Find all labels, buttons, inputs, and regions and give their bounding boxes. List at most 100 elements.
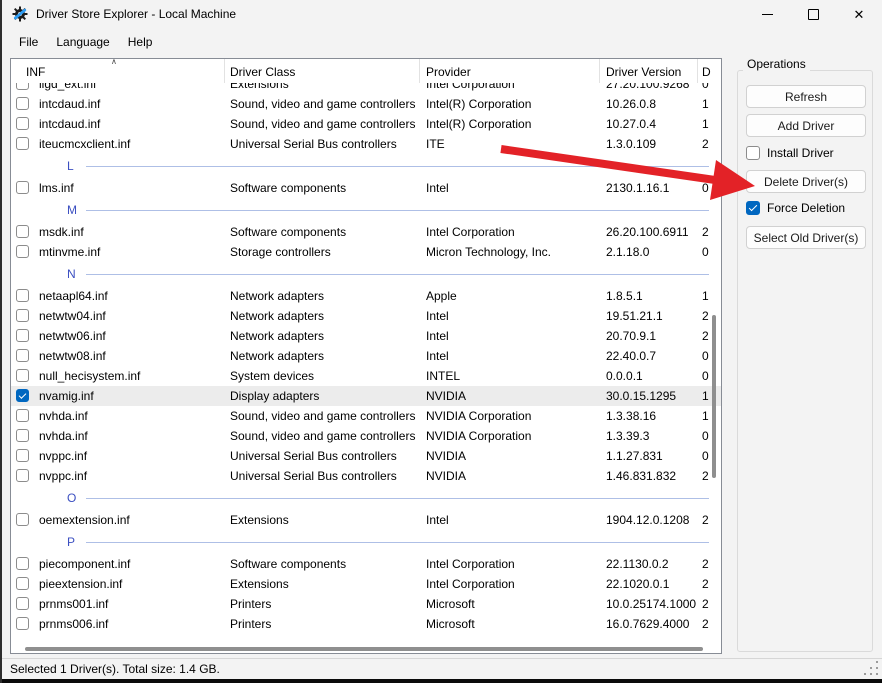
column-header-driver-version[interactable]: Driver Version	[606, 59, 681, 83]
section-rule	[86, 166, 709, 167]
section-letter: O	[67, 486, 76, 510]
cell-provider: Intel	[426, 326, 449, 346]
row-checkbox[interactable]	[16, 245, 29, 258]
cell-provider: Intel(R) Corporation	[426, 114, 531, 134]
table-row[interactable]: nvamig.infDisplay adaptersNVIDIA30.0.15.…	[11, 386, 721, 406]
table-row-content: nvhda.infSound, video and game controlle…	[11, 406, 721, 426]
table-row[interactable]: netwtw06.infNetwork adaptersIntel20.70.9…	[11, 326, 721, 346]
cell-inf: null_hecisystem.inf	[39, 366, 140, 386]
table-row[interactable]: nvppc.infUniversal Serial Bus controller…	[11, 446, 721, 466]
column-header-provider[interactable]: Provider	[426, 59, 471, 83]
row-checkbox[interactable]	[16, 557, 29, 570]
row-checkbox[interactable]	[16, 137, 29, 150]
cell-inf: nvamig.inf	[39, 386, 94, 406]
table-row[interactable]: intcdaud.infSound, video and game contro…	[11, 114, 721, 134]
table-row[interactable]: iteucmcxclient.infUniversal Serial Bus c…	[11, 134, 721, 154]
cell-driver-version: 1.46.831.832	[606, 466, 676, 486]
row-checkbox[interactable]	[16, 617, 29, 630]
row-checkbox[interactable]	[16, 513, 29, 526]
cell-inf: nvhda.inf	[39, 426, 88, 446]
cell-inf: prnms001.inf	[39, 594, 108, 614]
table-row[interactable]: pieextension.infExtensionsIntel Corporat…	[11, 574, 721, 594]
row-checkbox[interactable]	[16, 577, 29, 590]
cell-d: 0	[702, 446, 709, 466]
table-row[interactable]: netwtw04.infNetwork adaptersIntel19.51.2…	[11, 306, 721, 326]
row-checkbox[interactable]	[16, 117, 29, 130]
row-checkbox[interactable]	[16, 409, 29, 422]
row-checkbox[interactable]	[16, 597, 29, 610]
cell-inf: pieextension.inf	[39, 574, 122, 594]
cell-driver-version: 22.1020.0.1	[606, 574, 669, 594]
table-row-content: pieextension.infExtensionsIntel Corporat…	[11, 574, 721, 594]
table-row[interactable]: oemextension.infExtensionsIntel1904.12.0…	[11, 510, 721, 530]
force-deletion-label[interactable]: Force Deletion	[767, 201, 845, 215]
cell-provider: NVIDIA	[426, 446, 466, 466]
table-row[interactable]: netaapl64.infNetwork adaptersApple1.8.5.…	[11, 286, 721, 306]
maximize-button[interactable]	[790, 0, 836, 28]
row-checkbox[interactable]	[16, 181, 29, 194]
row-checkbox[interactable]	[16, 289, 29, 302]
install-driver-checkbox[interactable]	[746, 146, 760, 160]
vertical-scrollbar[interactable]	[712, 315, 716, 478]
resize-grip-icon[interactable]	[864, 661, 878, 675]
cell-d: 2	[702, 614, 709, 634]
cell-d: 2	[702, 326, 709, 346]
cell-driver-class: Universal Serial Bus controllers	[230, 446, 397, 466]
status-bar: Selected 1 Driver(s). Total size: 1.4 GB…	[2, 658, 882, 680]
refresh-button[interactable]: Refresh	[746, 85, 866, 108]
table-row[interactable]: mtinvme.infStorage controllersMicron Tec…	[11, 242, 721, 262]
table-row[interactable]: prnms001.infPrintersMicrosoft10.0.25174.…	[11, 594, 721, 614]
table-row[interactable]: lms.infSoftware componentsIntel2130.1.16…	[11, 178, 721, 198]
table-row[interactable]: nvppc.infUniversal Serial Bus controller…	[11, 466, 721, 486]
table-row[interactable]: iigd_ext.infExtensionsIntel Corporation2…	[11, 83, 721, 94]
cell-driver-class: Extensions	[230, 574, 289, 594]
column-header-driver-class[interactable]: Driver Class	[230, 59, 295, 83]
select-old-drivers-button[interactable]: Select Old Driver(s)	[746, 226, 866, 249]
table-row[interactable]: nvhda.infSound, video and game controlle…	[11, 426, 721, 446]
delete-drivers-button[interactable]: Delete Driver(s)	[746, 170, 866, 193]
menu-language[interactable]: Language	[47, 32, 118, 52]
table-row-content: nvhda.infSound, video and game controlle…	[11, 426, 721, 446]
table-row[interactable]: intcdaud.infSound, video and game contro…	[11, 94, 721, 114]
cell-inf: oemextension.inf	[39, 510, 130, 530]
minimize-button[interactable]	[744, 0, 790, 28]
column-header-d[interactable]: D	[702, 59, 711, 83]
table-row[interactable]: piecomponent.infSoftware componentsIntel…	[11, 554, 721, 574]
row-checkbox[interactable]	[16, 83, 29, 90]
menu-file[interactable]: File	[10, 32, 47, 52]
cell-provider: NVIDIA Corporation	[426, 406, 531, 426]
row-checkbox[interactable]	[16, 329, 29, 342]
horizontal-scrollbar[interactable]	[25, 647, 703, 651]
cell-driver-class: Storage controllers	[230, 242, 331, 262]
row-checkbox[interactable]	[16, 349, 29, 362]
driver-list-rows: iigd_ext.infExtensionsIntel Corporation2…	[11, 83, 721, 634]
cell-driver-version: 22.1130.0.2	[606, 554, 669, 574]
cell-driver-version: 10.0.25174.1000	[606, 594, 696, 614]
row-checkbox[interactable]	[16, 225, 29, 238]
row-checkbox[interactable]	[16, 97, 29, 110]
close-button[interactable]: ✕	[836, 0, 882, 28]
cell-driver-version: 1.3.39.3	[606, 426, 649, 446]
table-row-content: netaapl64.infNetwork adaptersApple1.8.5.…	[11, 286, 721, 306]
minimize-icon	[762, 14, 773, 15]
row-checkbox[interactable]	[16, 449, 29, 462]
cell-driver-class: Universal Serial Bus controllers	[230, 466, 397, 486]
table-row[interactable]: msdk.infSoftware componentsIntel Corpora…	[11, 222, 721, 242]
menu-help[interactable]: Help	[119, 32, 162, 52]
table-row[interactable]: prnms006.infPrintersMicrosoft16.0.7629.4…	[11, 614, 721, 634]
table-row[interactable]: netwtw08.infNetwork adaptersIntel22.40.0…	[11, 346, 721, 366]
install-driver-label[interactable]: Install Driver	[767, 146, 834, 160]
add-driver-button[interactable]: Add Driver	[746, 114, 866, 137]
table-row[interactable]: null_hecisystem.infSystem devicesINTEL0.…	[11, 366, 721, 386]
column-header-inf[interactable]: INF	[26, 59, 45, 83]
cell-inf: netaapl64.inf	[39, 286, 108, 306]
row-checkbox[interactable]	[16, 429, 29, 442]
row-checkbox[interactable]	[16, 369, 29, 382]
force-deletion-checkbox[interactable]	[746, 201, 760, 215]
cell-inf: netwtw04.inf	[39, 306, 106, 326]
row-checkbox[interactable]	[16, 469, 29, 482]
row-checkbox[interactable]	[16, 309, 29, 322]
table-row[interactable]: nvhda.infSound, video and game controlle…	[11, 406, 721, 426]
row-checkbox[interactable]	[16, 389, 29, 402]
cell-driver-class: Printers	[230, 614, 271, 634]
